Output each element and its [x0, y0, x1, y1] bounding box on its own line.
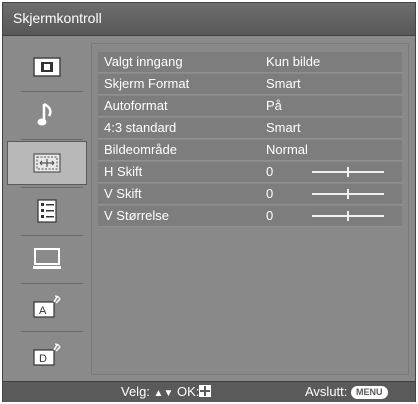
footer-bar: Velg: ▲▼ OK: Avslutt: MENU — [3, 381, 415, 402]
digital-glyph: D — [39, 353, 47, 365]
setup-icon — [37, 199, 57, 223]
setting-value: Smart — [266, 76, 301, 91]
screen-control-icon — [33, 153, 61, 173]
setting-row-display-area[interactable]: Bildeområde Normal — [98, 140, 402, 161]
slider-thumb[interactable] — [347, 167, 349, 177]
sidebar-item-analog[interactable]: A — [7, 285, 87, 329]
slider-thumb[interactable] — [347, 211, 349, 221]
analog-glyph: A — [39, 305, 47, 317]
v-size-slider[interactable] — [312, 211, 384, 221]
sidebar-divider — [21, 91, 83, 92]
ok-hint-label: OK: — [176, 384, 200, 399]
title-bar: Skjermkontroll — [3, 3, 415, 36]
up-down-arrows-icon: ▲▼ — [153, 388, 174, 399]
setting-value: 0 — [266, 164, 274, 179]
select-hint-label: Velg: — [121, 384, 150, 399]
setting-label: V Skift — [104, 186, 142, 201]
h-shift-slider[interactable] — [312, 167, 384, 177]
exit-hint: Avslutt: MENU — [305, 384, 388, 399]
menu-button-icon: MENU — [351, 386, 388, 399]
page-title: Skjermkontroll — [13, 10, 102, 26]
sidebar-item-setup[interactable] — [7, 189, 87, 233]
navigation-hint: Velg: ▲▼ OK: — [121, 384, 212, 399]
setting-label: V Størrelse — [104, 208, 170, 223]
picture-icon — [33, 57, 61, 77]
setting-value: 0 — [266, 208, 274, 223]
setting-row-4-3-default[interactable]: 4:3 standard Smart — [98, 118, 402, 139]
setting-row-v-shift[interactable]: V Skift 0 — [98, 184, 402, 205]
sidebar-item-sound[interactable] — [7, 93, 87, 137]
v-shift-slider[interactable] — [312, 189, 384, 199]
sidebar-divider — [21, 139, 83, 140]
digital-tuning-icon: D — [32, 342, 62, 368]
slider-thumb[interactable] — [347, 189, 349, 199]
sidebar: A D — [7, 45, 87, 379]
setting-label: H Skift — [104, 164, 143, 179]
sound-icon — [36, 102, 58, 128]
setting-row-autoformat[interactable]: Autoformat På — [98, 96, 402, 117]
setting-value: Normal — [266, 142, 308, 157]
setting-row-h-shift[interactable]: H Skift 0 — [98, 162, 402, 183]
sidebar-divider — [21, 283, 83, 284]
setting-value: Smart — [266, 120, 301, 135]
pc-icon — [32, 248, 62, 270]
sidebar-divider — [21, 187, 83, 188]
setting-value: På — [266, 98, 282, 113]
setting-row-screen-format[interactable]: Skjerm Format Smart — [98, 74, 402, 95]
setting-value: Kun bilde — [266, 54, 321, 69]
setting-value: 0 — [266, 186, 274, 201]
sidebar-item-pc[interactable] — [7, 237, 87, 281]
sidebar-item-picture[interactable] — [7, 45, 87, 89]
setting-row-v-size[interactable]: V Størrelse 0 — [98, 206, 402, 227]
setting-label: Bildeområde — [104, 142, 177, 157]
setting-label: Skjerm Format — [104, 76, 190, 91]
sidebar-divider — [21, 235, 83, 236]
setting-label: Autoformat — [104, 98, 168, 113]
screen-control-menu: Skjermkontroll A D Valgt inngang Kun bil… — [2, 2, 416, 402]
sidebar-item-digital[interactable]: D — [7, 333, 87, 377]
sidebar-item-screen-control[interactable] — [7, 141, 87, 185]
sidebar-divider — [21, 331, 83, 332]
setting-label: Valgt inngang — [104, 54, 183, 69]
settings-panel: Valgt inngang Kun bilde Skjerm Format Sm… — [91, 43, 409, 375]
setting-label: 4:3 standard — [104, 120, 177, 135]
ok-button-icon — [199, 385, 212, 397]
exit-hint-label: Avslutt: — [305, 384, 348, 399]
setting-row-input[interactable]: Valgt inngang Kun bilde — [98, 52, 402, 73]
analog-tuning-icon: A — [32, 294, 62, 320]
